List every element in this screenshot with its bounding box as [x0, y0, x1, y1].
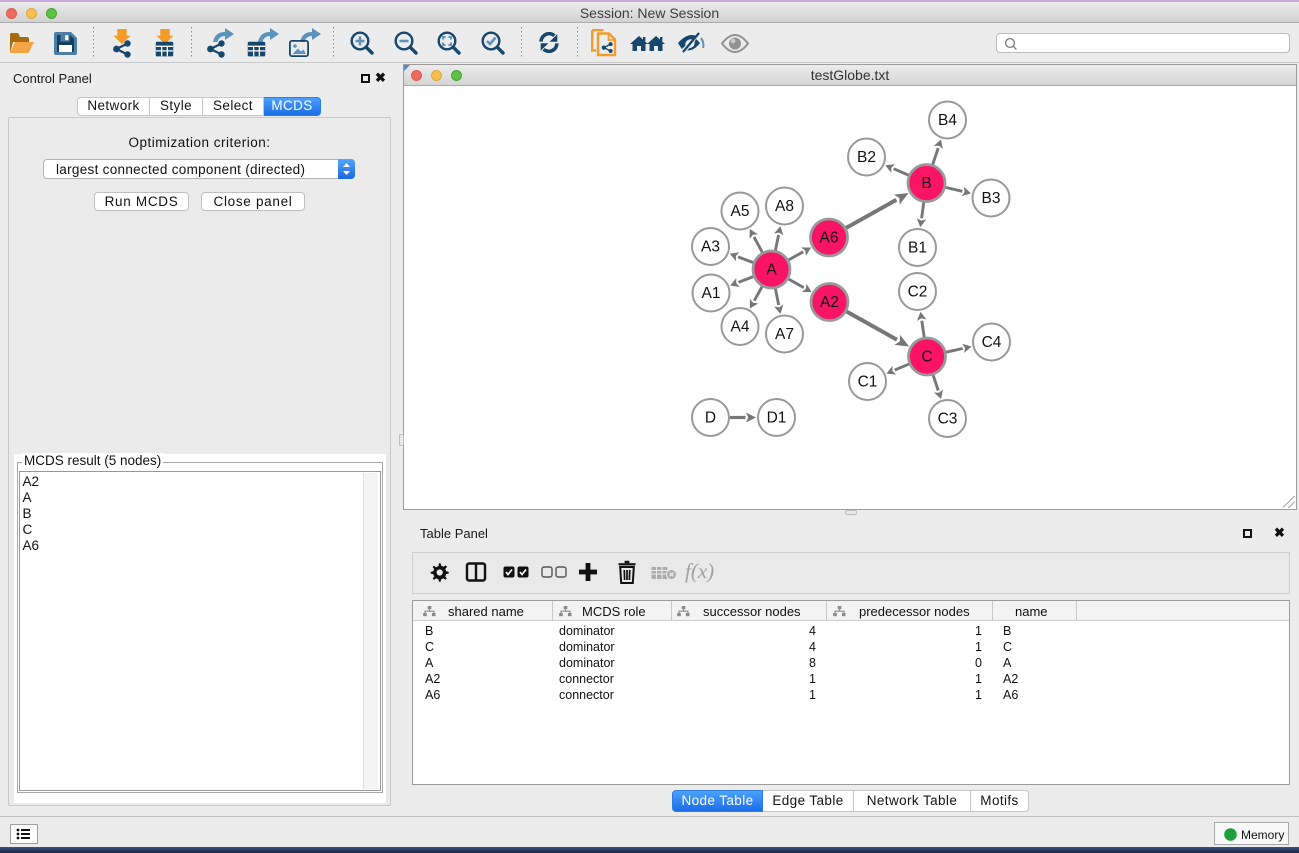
svg-text:B3: B3	[982, 190, 1001, 207]
svg-text:B: B	[921, 175, 931, 192]
svg-text:A7: A7	[775, 326, 794, 343]
svg-text:A5: A5	[731, 203, 750, 220]
svg-text:B4: B4	[938, 112, 957, 129]
svg-text:C: C	[921, 349, 932, 366]
svg-text:A3: A3	[701, 239, 720, 256]
svg-text:D1: D1	[767, 410, 787, 427]
svg-text:C2: C2	[908, 284, 928, 301]
svg-text:A1: A1	[702, 285, 721, 302]
svg-text:C4: C4	[982, 334, 1002, 351]
svg-text:D: D	[705, 410, 716, 427]
svg-text:A8: A8	[775, 198, 794, 215]
svg-text:C3: C3	[938, 411, 958, 428]
svg-text:A2: A2	[820, 294, 839, 311]
svg-text:A6: A6	[820, 230, 839, 247]
svg-text:B1: B1	[908, 240, 927, 257]
svg-text:A4: A4	[731, 319, 750, 336]
svg-text:C1: C1	[858, 374, 878, 391]
svg-text:B2: B2	[857, 149, 876, 166]
svg-text:A: A	[766, 262, 777, 279]
